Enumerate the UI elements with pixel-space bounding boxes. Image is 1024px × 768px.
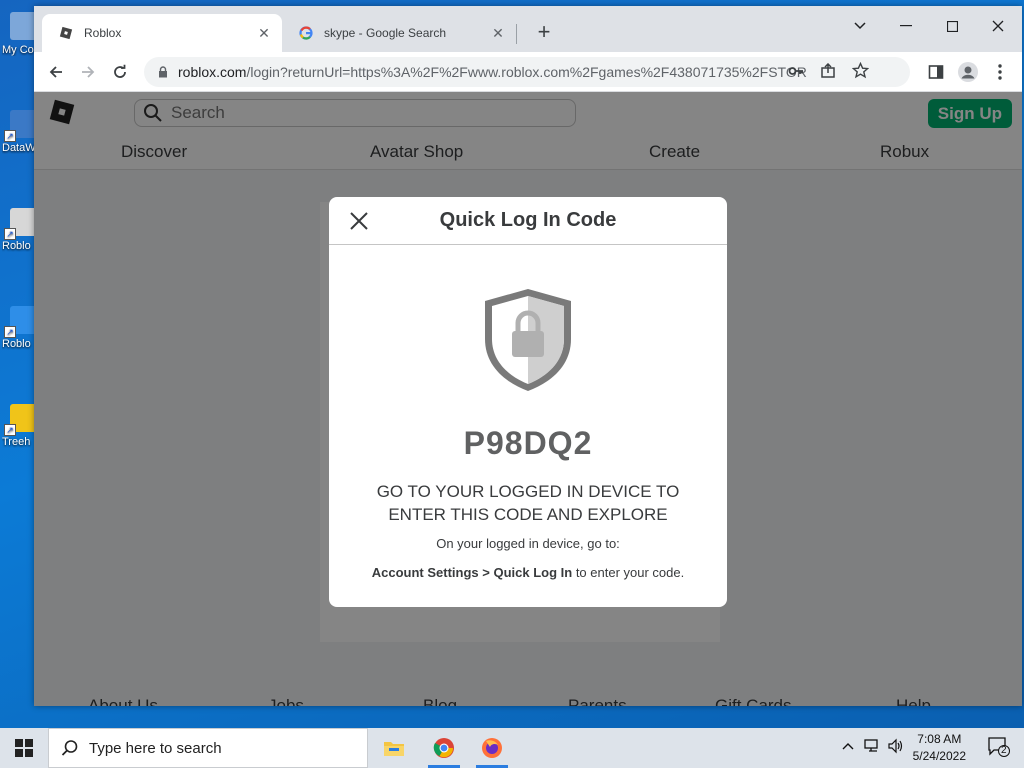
desktop-icon-label: My Co: [2, 44, 34, 56]
firefox-icon: [482, 738, 502, 758]
reload-icon: [114, 64, 126, 78]
tab-separator: [516, 24, 517, 44]
desktop-icon-my-computer[interactable]: My Co: [2, 12, 36, 56]
login-code: P98DQ2: [463, 425, 593, 461]
side-panel-button[interactable]: [922, 58, 950, 86]
side-panel-icon: [928, 65, 944, 79]
roblox-studio-shortcut-icon: ↗: [4, 306, 36, 338]
url-text: roblox.com/login?returnUrl=https%3A%2F%2…: [178, 64, 808, 80]
arrow-left-icon: [49, 66, 62, 78]
minimize-button[interactable]: [883, 12, 929, 40]
url-path: /login?returnUrl=https%3A%2F%2Fwww.roblo…: [246, 64, 808, 80]
app-shortcut-icon: ↗: [4, 110, 36, 142]
roblox-icon: [58, 25, 74, 41]
windows-logo-icon: [15, 739, 33, 757]
arrow-right-icon: [82, 66, 95, 78]
maximize-icon: [946, 20, 958, 32]
tab-search-button[interactable]: [837, 12, 883, 40]
start-button[interactable]: [0, 728, 48, 768]
modal-title: Quick Log In Code: [439, 209, 617, 231]
minimize-icon: [900, 25, 912, 27]
taskbar-search-placeholder: Type here to search: [89, 739, 222, 757]
notifications-button[interactable]: 2: [988, 737, 1010, 760]
instruction-path: Account Settings > Quick Log In to enter…: [329, 565, 727, 580]
back-button[interactable]: [42, 58, 70, 86]
desktop-icon-treehouse[interactable]: ↗ Treeh: [2, 404, 36, 448]
address-bar[interactable]: roblox.com/login?returnUrl=https%3A%2F%2…: [144, 57, 910, 87]
google-icon: [298, 25, 314, 41]
clock-time: 7:08 AM: [917, 732, 962, 746]
tab-google-search[interactable]: skype - Google Search ✕: [282, 14, 516, 52]
shield-lock-icon: [485, 289, 571, 391]
share-icon[interactable]: [820, 62, 836, 82]
modal-close-button[interactable]: [349, 211, 369, 231]
desktop-icon-label: Treeh: [2, 436, 31, 448]
forward-button[interactable]: [74, 58, 102, 86]
treehouse-shortcut-icon: ↗: [4, 404, 36, 436]
taskbar: Type here to search 7:08 AM 5/24/2022 2: [0, 728, 1024, 768]
volume-icon[interactable]: [888, 738, 904, 757]
avatar-icon: [958, 62, 978, 82]
tab-roblox[interactable]: Roblox ✕: [42, 14, 282, 52]
instruction-line-2: ENTER THIS CODE AND EXPLORE: [388, 505, 668, 524]
taskbar-file-explorer[interactable]: [370, 728, 418, 768]
desktop-icon-label: Roblo: [2, 240, 31, 252]
chrome-icon: [433, 738, 454, 758]
new-tab-button[interactable]: +: [530, 18, 558, 46]
browser-window: Roblox ✕ skype - Google Search ✕ + roblo…: [34, 6, 1022, 706]
desktop-icon-label: DataW: [2, 142, 36, 154]
quick-login-modal: Quick Log In Code P98DQ2 GO TO YOUR LOGG…: [329, 197, 727, 607]
close-tab-icon[interactable]: ✕: [256, 25, 272, 42]
taskbar-firefox[interactable]: [468, 728, 516, 768]
notification-count: 2: [1001, 745, 1007, 756]
folder-icon: [384, 742, 404, 756]
profile-button[interactable]: [954, 58, 982, 86]
desktop-icon-roblox-studio[interactable]: ↗ Roblo: [2, 306, 36, 350]
desktop-icon-dataw[interactable]: ↗ DataW: [2, 110, 36, 154]
tab-title: skype - Google Search: [324, 26, 447, 40]
modal-header: Quick Log In Code: [329, 197, 727, 245]
browser-menu-button[interactable]: [986, 58, 1014, 86]
computer-icon: [10, 12, 36, 40]
close-icon: [350, 212, 368, 230]
close-icon: [992, 20, 1004, 32]
desktop-icon-roblox-player[interactable]: ↗ Roblo: [2, 208, 36, 252]
browser-toolbar: roblox.com/login?returnUrl=https%3A%2F%2…: [34, 52, 1022, 92]
network-icon[interactable]: [864, 739, 880, 756]
instruction-path-suffix: to enter your code.: [572, 565, 685, 580]
close-window-button[interactable]: [975, 12, 1021, 40]
more-vertical-icon: [998, 64, 1002, 80]
reload-button[interactable]: [106, 58, 134, 86]
tab-strip: Roblox ✕ skype - Google Search ✕ +: [34, 6, 1022, 52]
chevron-up-icon[interactable]: [842, 739, 854, 753]
desktop-icon-label: Roblo: [2, 338, 31, 350]
roblox-page: Sign Up Discover Avatar Shop Create Robu…: [34, 92, 1022, 706]
url-host: roblox.com: [178, 64, 247, 80]
close-tab-icon[interactable]: ✕: [490, 25, 506, 42]
clock-date: 5/24/2022: [912, 749, 966, 763]
tab-title: Roblox: [84, 26, 122, 40]
system-tray: 7:08 AM 5/24/2022 2: [824, 728, 1024, 768]
settings-path: Account Settings > Quick Log In: [371, 565, 573, 580]
lock-icon: [159, 66, 167, 78]
taskbar-search[interactable]: Type here to search: [48, 728, 368, 768]
search-icon: [61, 740, 78, 756]
maximize-button[interactable]: [929, 12, 975, 40]
instruction-line-1: GO TO YOUR LOGGED IN DEVICE TO: [376, 482, 680, 501]
roblox-shortcut-icon: ↗: [4, 208, 36, 240]
instruction-subtext: On your logged in device, go to:: [436, 536, 620, 551]
key-icon[interactable]: [788, 63, 804, 82]
chevron-down-icon: [854, 22, 866, 30]
taskbar-chrome[interactable]: [420, 728, 468, 768]
clock[interactable]: 7:08 AM 5/24/2022: [913, 731, 966, 765]
bookmark-star-icon[interactable]: [851, 61, 870, 82]
instruction-text: GO TO YOUR LOGGED IN DEVICE TO ENTER THI…: [349, 480, 707, 526]
